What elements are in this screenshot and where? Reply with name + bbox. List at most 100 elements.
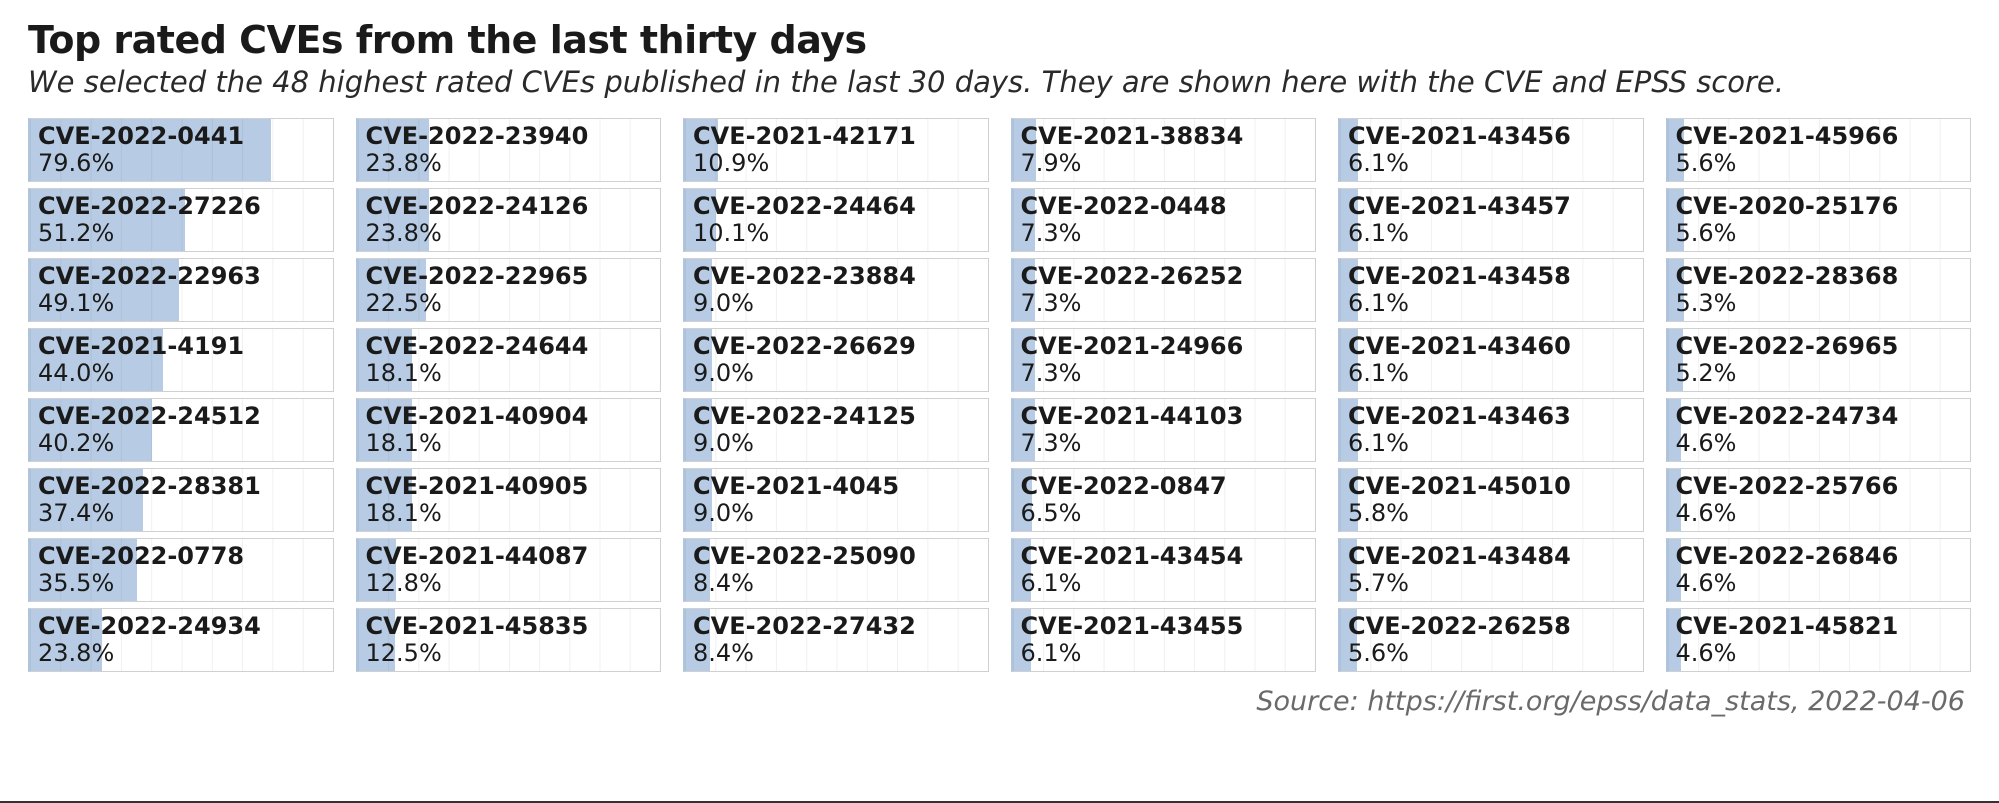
cve-cell: CVE-2021-441037.3%	[1011, 398, 1317, 462]
cve-label: CVE-2022-250908.4%	[693, 543, 982, 596]
cve-label: CVE-2022-077835.5%	[38, 543, 327, 596]
cve-cell: CVE-2022-2493423.8%	[28, 608, 334, 672]
cve-id: CVE-2022-26252	[1021, 263, 1310, 289]
cve-id: CVE-2021-43455	[1021, 613, 1310, 639]
cve-id: CVE-2021-4045	[693, 473, 982, 499]
cve-id: CVE-2022-0778	[38, 543, 327, 569]
cve-id: CVE-2022-24734	[1676, 403, 1965, 429]
cve-cell: CVE-2022-269655.2%	[1666, 328, 1972, 392]
cve-label: CVE-2021-419144.0%	[38, 333, 327, 386]
epss-score: 6.5%	[1021, 499, 1082, 527]
epss-score: 5.6%	[1676, 219, 1737, 247]
epss-score: 5.8%	[1348, 499, 1409, 527]
cve-label: CVE-2020-251765.6%	[1676, 193, 1965, 246]
cve-label: CVE-2021-434606.1%	[1348, 333, 1637, 386]
cve-cell: CVE-2022-2446410.1%	[683, 188, 989, 252]
cve-id: CVE-2022-25090	[693, 543, 982, 569]
epss-score: 5.7%	[1348, 569, 1409, 597]
cve-cell: CVE-2021-459665.6%	[1666, 118, 1972, 182]
cve-id: CVE-2021-43484	[1348, 543, 1637, 569]
cve-id: CVE-2021-43457	[1348, 193, 1637, 219]
epss-score: 9.0%	[693, 359, 754, 387]
epss-score: 7.9%	[1021, 149, 1082, 177]
cve-cell: CVE-2021-4408712.8%	[356, 538, 662, 602]
cve-cell: CVE-2021-40459.0%	[683, 468, 989, 532]
cve-label: CVE-2022-268464.6%	[1676, 543, 1965, 596]
cve-cell: CVE-2022-274328.4%	[683, 608, 989, 672]
cve-cell: CVE-2021-419144.0%	[28, 328, 334, 392]
cve-id: CVE-2022-24644	[366, 333, 655, 359]
cve-id: CVE-2021-45835	[366, 613, 655, 639]
cve-id: CVE-2021-38834	[1021, 123, 1310, 149]
epss-score: 44.0%	[38, 359, 114, 387]
cve-id: CVE-2022-23940	[366, 123, 655, 149]
cve-id: CVE-2022-24934	[38, 613, 327, 639]
cve-id: CVE-2022-24126	[366, 193, 655, 219]
cve-id: CVE-2022-22965	[366, 263, 655, 289]
epss-score: 12.8%	[366, 569, 442, 597]
cve-id: CVE-2022-23884	[693, 263, 982, 289]
chart-title: Top rated CVEs from the last thirty days	[28, 18, 1971, 62]
epss-score: 9.0%	[693, 429, 754, 457]
epss-score: 10.9%	[693, 149, 769, 177]
cve-label: CVE-2022-2412623.8%	[366, 193, 655, 246]
cve-label: CVE-2022-241259.0%	[693, 403, 982, 456]
epss-score: 6.1%	[1348, 429, 1409, 457]
cve-label: CVE-2022-283685.3%	[1676, 263, 1965, 316]
cve-cell: CVE-2021-434566.1%	[1338, 118, 1644, 182]
epss-score: 18.1%	[366, 429, 442, 457]
cve-cell: CVE-2022-2838137.4%	[28, 468, 334, 532]
cve-cell: CVE-2021-434576.1%	[1338, 188, 1644, 252]
cve-label: CVE-2022-2464418.1%	[366, 333, 655, 386]
cve-cell: CVE-2022-283685.3%	[1666, 258, 1972, 322]
epss-score: 6.1%	[1348, 149, 1409, 177]
cve-cell: CVE-2021-4583512.5%	[356, 608, 662, 672]
cve-id: CVE-2022-0847	[1021, 473, 1310, 499]
cve-id: CVE-2022-0448	[1021, 193, 1310, 219]
epss-score: 10.1%	[693, 219, 769, 247]
cve-id: CVE-2020-25176	[1676, 193, 1965, 219]
cve-label: CVE-2022-2296522.5%	[366, 263, 655, 316]
cve-id: CVE-2021-45821	[1676, 613, 1965, 639]
epss-score: 9.0%	[693, 289, 754, 317]
cve-id: CVE-2021-43460	[1348, 333, 1637, 359]
cve-cell: CVE-2021-434556.1%	[1011, 608, 1317, 672]
epss-score: 8.4%	[693, 639, 754, 667]
cve-label: CVE-2021-40459.0%	[693, 473, 982, 526]
cve-cell: CVE-2021-4217110.9%	[683, 118, 989, 182]
cve-label: CVE-2021-434556.1%	[1021, 613, 1310, 666]
cve-label: CVE-2022-08476.5%	[1021, 473, 1310, 526]
cve-id: CVE-2021-45966	[1676, 123, 1965, 149]
cve-id: CVE-2022-22963	[38, 263, 327, 289]
epss-score: 9.0%	[693, 499, 754, 527]
cve-id: CVE-2021-24966	[1021, 333, 1310, 359]
cve-label: CVE-2022-2838137.4%	[38, 473, 327, 526]
chart-subtitle: We selected the 48 highest rated CVEs pu…	[28, 64, 1971, 100]
cve-label: CVE-2021-4217110.9%	[693, 123, 982, 176]
cve-label: CVE-2021-458214.6%	[1676, 613, 1965, 666]
cve-cell: CVE-2022-04487.3%	[1011, 188, 1317, 252]
cve-id: CVE-2021-43458	[1348, 263, 1637, 289]
epss-score: 22.5%	[366, 289, 442, 317]
cve-id: CVE-2021-40905	[366, 473, 655, 499]
cve-cell: CVE-2022-266299.0%	[683, 328, 989, 392]
cve-cell: CVE-2022-247344.6%	[1666, 398, 1972, 462]
chart-source: Source: https://first.org/epss/data_stat…	[28, 686, 1971, 729]
cve-id: CVE-2022-24464	[693, 193, 982, 219]
cve-cell: CVE-2022-2296522.5%	[356, 258, 662, 322]
cve-label: CVE-2022-2296349.1%	[38, 263, 327, 316]
epss-score: 6.1%	[1021, 569, 1082, 597]
cve-id: CVE-2022-28368	[1676, 263, 1965, 289]
cve-label: CVE-2021-434845.7%	[1348, 543, 1637, 596]
cve-cell: CVE-2021-4090518.1%	[356, 468, 662, 532]
cve-cell: CVE-2021-434606.1%	[1338, 328, 1644, 392]
epss-score: 5.3%	[1676, 289, 1737, 317]
epss-score: 4.6%	[1676, 639, 1737, 667]
epss-score: 51.2%	[38, 219, 114, 247]
epss-score: 5.6%	[1348, 639, 1409, 667]
cve-cell: CVE-2020-251765.6%	[1666, 188, 1972, 252]
cve-id: CVE-2021-45010	[1348, 473, 1637, 499]
cve-id: CVE-2022-26846	[1676, 543, 1965, 569]
cve-label: CVE-2021-434546.1%	[1021, 543, 1310, 596]
cve-label: CVE-2022-2394023.8%	[366, 123, 655, 176]
